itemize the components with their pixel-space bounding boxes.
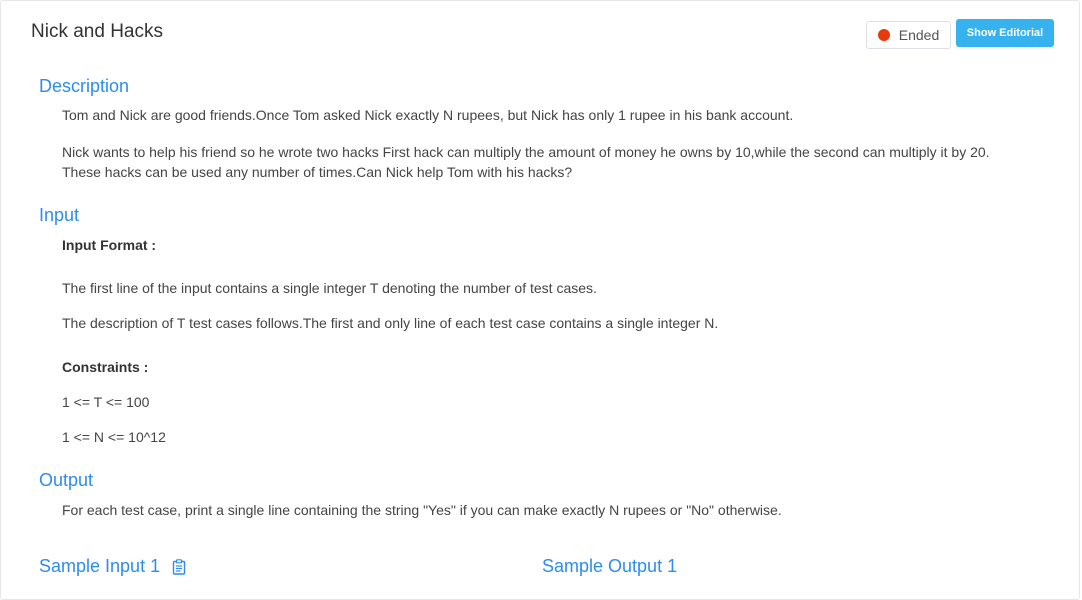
description-heading: Description [39, 76, 130, 96]
status-badge: Ended [866, 21, 951, 49]
input-line-1: The first line of the input contains a s… [62, 280, 597, 296]
input-heading: Input [39, 205, 80, 225]
input-format-label: Input Format : [62, 237, 157, 253]
output-heading: Output [39, 470, 94, 490]
constraints-label: Constraints : [62, 359, 149, 375]
sample-output-heading: Sample Output 1 [542, 556, 678, 576]
copy-clipboard-icon[interactable] [172, 558, 186, 575]
problem-title: Nick and Hacks [31, 21, 163, 42]
status-label: Ended [898, 27, 940, 43]
description-para-2-line-1: Nick wants to help his friend so he wrot… [62, 144, 990, 160]
sample-input-heading: Sample Input 1 [39, 556, 186, 577]
description-para-1: Tom and Nick are good friends.Once Tom a… [62, 107, 794, 123]
show-editorial-button[interactable]: Show Editorial [956, 19, 1054, 47]
description-para-2-line-2: These hacks can be used any number of ti… [62, 164, 573, 180]
input-line-2: The description of T test cases follows.… [62, 315, 719, 331]
status-dot-icon [877, 29, 890, 41]
constraint-1: 1 <= T <= 100 [62, 394, 150, 410]
output-line-1: For each test case, print a single line … [62, 502, 782, 518]
constraint-2: 1 <= N <= 10^12 [62, 429, 166, 445]
problem-card: Nick and Hacks Ended Show Editorial Desc… [0, 0, 1080, 600]
sample-input-label: Sample Input 1 [39, 556, 161, 576]
